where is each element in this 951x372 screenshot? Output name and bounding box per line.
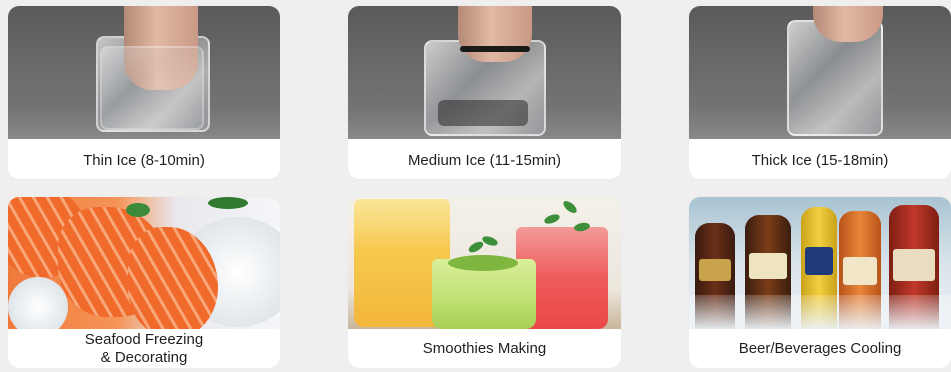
- medium-ice-card: Medium Ice (11-15min): [348, 6, 621, 179]
- medium-ice-caption: Medium Ice (11-15min): [407, 152, 562, 169]
- medium-ice-photo: [348, 6, 621, 139]
- beer-photo: [689, 197, 951, 329]
- seafood-card: Seafood Freezing & Decorating: [8, 197, 280, 368]
- thick-ice-photo: [689, 6, 951, 139]
- thick-ice-caption: Thick Ice (15-18min): [751, 152, 889, 169]
- beer-card: Beer/Beverages Cooling: [689, 197, 951, 368]
- smoothies-caption: Smoothies Making: [422, 340, 547, 357]
- thin-ice-photo: [8, 6, 280, 139]
- smoothies-photo: [348, 197, 621, 329]
- smoothies-card: Smoothies Making: [348, 197, 621, 368]
- seafood-caption: Seafood Freezing & Decorating: [84, 331, 204, 366]
- thin-ice-card: Thin Ice (8-10min): [8, 6, 280, 179]
- beer-caption: Beer/Beverages Cooling: [738, 340, 902, 357]
- thick-ice-card: Thick Ice (15-18min): [689, 6, 951, 179]
- thin-ice-caption: Thin Ice (8-10min): [83, 152, 205, 169]
- seafood-photo: [8, 197, 280, 329]
